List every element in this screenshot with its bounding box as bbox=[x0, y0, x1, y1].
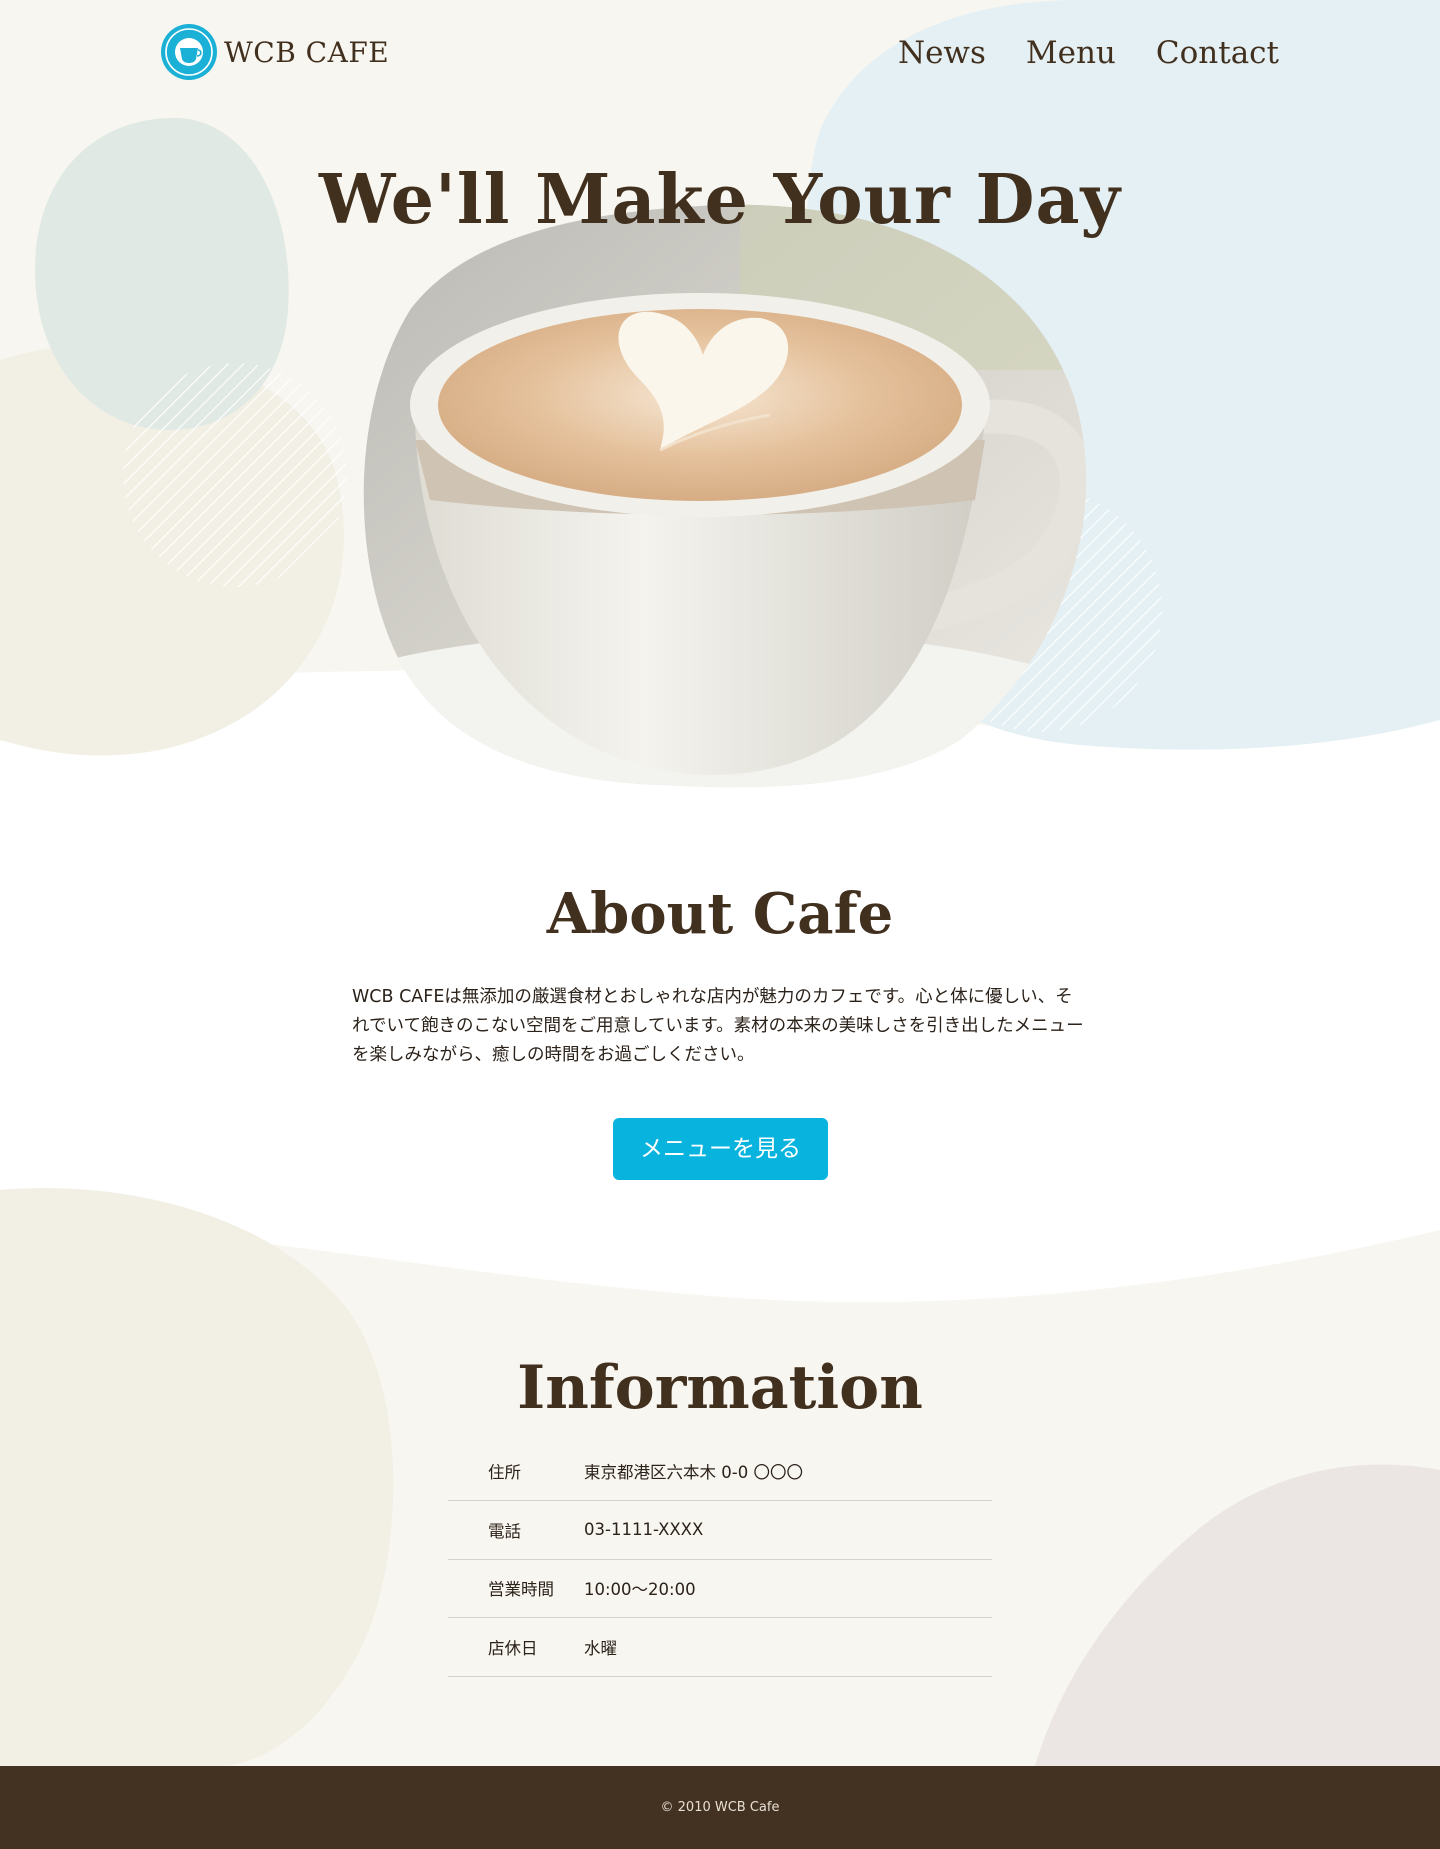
info-label: 店休日 bbox=[448, 1617, 584, 1677]
info-value: 10:00〜20:00 bbox=[584, 1559, 992, 1618]
logo-link[interactable]: WCB CAFE bbox=[160, 23, 389, 81]
info-table: 住所 東京都港区六本木 0-0 〇〇〇 電話 03-1111-XXXX 営業時間… bbox=[448, 1442, 992, 1677]
main-nav: News Menu Contact bbox=[898, 32, 1279, 74]
info-row-closed: 店休日 水曜 bbox=[448, 1617, 992, 1677]
nav-news[interactable]: News bbox=[898, 32, 986, 74]
info-row-phone: 電話 03-1111-XXXX bbox=[448, 1500, 992, 1560]
brand-name: WCB CAFE bbox=[224, 35, 390, 69]
nav-menu[interactable]: Menu bbox=[1026, 32, 1116, 74]
info-value: 水曜 bbox=[584, 1617, 992, 1677]
about-description: WCB CAFEは無添加の厳選食材とおしゃれな店内が魅力のカフェです。心と体に優… bbox=[352, 987, 1084, 1065]
info-label: 電話 bbox=[448, 1500, 584, 1560]
nav-contact[interactable]: Contact bbox=[1156, 32, 1279, 74]
hero-title: We'll Make Your Day bbox=[318, 160, 1122, 240]
info-row-hours: 営業時間 10:00〜20:00 bbox=[448, 1559, 992, 1618]
about-title: About Cafe bbox=[546, 881, 894, 947]
info-label: 営業時間 bbox=[448, 1559, 584, 1618]
info-value: 東京都港区六本木 0-0 〇〇〇 bbox=[584, 1442, 992, 1501]
view-menu-button[interactable]: メニューを見る bbox=[613, 1118, 828, 1180]
cafe-logo-icon bbox=[161, 24, 217, 80]
info-row-address: 住所 東京都港区六本木 0-0 〇〇〇 bbox=[448, 1442, 992, 1501]
info-value: 03-1111-XXXX bbox=[584, 1500, 992, 1560]
hero-coffee-image bbox=[363, 204, 1087, 788]
copyright-text: © 2010 WCB Cafe bbox=[660, 1800, 780, 1815]
info-title: Information bbox=[517, 1353, 923, 1423]
info-label: 住所 bbox=[448, 1442, 584, 1501]
site-header: WCB CAFE News Menu Contact bbox=[0, 0, 1440, 110]
site-footer: © 2010 WCB Cafe bbox=[0, 1766, 1440, 1849]
